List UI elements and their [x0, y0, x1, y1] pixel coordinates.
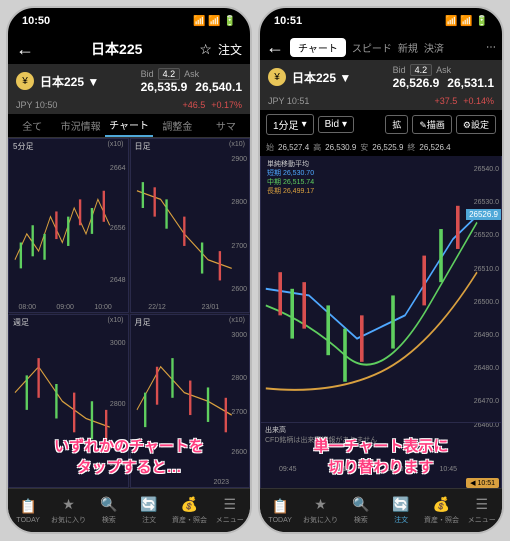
tab-summary[interactable]: サマ [202, 114, 250, 137]
instrument-name[interactable]: 日本225 ▼ [292, 69, 351, 86]
instrument-icon: ¥ [268, 68, 286, 86]
nav-search[interactable]: 🔍検索 [89, 489, 129, 532]
chart-grid: 5分足 (x10) 2664 2656 2648 08:00 09:00 10:… [8, 138, 250, 488]
top-tabs: ← チャート スピード 新規 決済 ⋯ [260, 34, 502, 60]
change-abs: +46.5 [182, 100, 205, 110]
nav-search[interactable]: 🔍検索 [341, 489, 381, 532]
ask-price[interactable]: 26,540.1 [195, 80, 242, 94]
bottom-nav: 📋TODAY ★お気に入り 🔍検索 🔄注文 💰資産・照会 ☰メニュー [260, 488, 502, 532]
ask-label: Ask [184, 69, 199, 79]
tab-market[interactable]: 市況情報 [56, 114, 104, 137]
status-time: 10:50 [22, 15, 50, 27]
single-chart-area[interactable]: 単純移動平均 短期 26,530.70 中期 26,515.74 長期 26,4… [260, 156, 502, 488]
bid-price[interactable]: 26,526.9 [393, 76, 440, 90]
tab-new[interactable]: 新規 [398, 40, 418, 55]
bottom-nav: 📋TODAY ★お気に入り 🔍検索 🔄注文 💰資産・照会 ☰メニュー [8, 488, 250, 532]
timeframe-select[interactable]: 1分足 ▾ [266, 114, 314, 135]
back-icon[interactable]: ← [16, 39, 34, 60]
settings-button[interactable]: ⚙設定 [456, 115, 496, 134]
ask-price[interactable]: 26,531.1 [447, 76, 494, 90]
spread: 4.2 [410, 64, 433, 76]
instrument-subrow: JPY 10:51 +37.5 +0.14% [260, 94, 502, 110]
header: ← 日本225 ☆ 注文 [8, 34, 250, 64]
chart-controls: 1分足 ▾ Bid ▾ 拡 ✎描画 ⚙設定 [260, 110, 502, 138]
status-bar: 10:50 📶 📶 🔋 [8, 8, 250, 34]
tab-adjust[interactable]: 調整金 [153, 114, 201, 137]
change-pct: +0.14% [463, 96, 494, 106]
time-axis: 09:45 10:15 10:30 10:45 [261, 464, 475, 488]
status-bar: 10:51 📶 📶 🔋 [260, 8, 502, 34]
time-badge: ◀ 10:51 [466, 478, 499, 488]
nav-assets[interactable]: 💰資産・照会 [169, 489, 209, 532]
instrument-name[interactable]: 日本225 ▼ [40, 73, 99, 90]
spread: 4.2 [158, 68, 181, 80]
tab-all[interactable]: 全て [8, 114, 56, 137]
nav-assets[interactable]: 💰資産・照会 [421, 489, 461, 532]
draw-button[interactable]: ✎描画 [412, 115, 452, 134]
phone-left: 10:50 📶 📶 🔋 ← 日本225 ☆ 注文 ¥ 日本225 ▼ Bid 4… [6, 6, 252, 534]
nav-order[interactable]: 🔄注文 [381, 489, 421, 532]
volume-panel: 出来高 CFD銘柄は出来高情報がありません [261, 422, 501, 462]
ask-label: Ask [436, 65, 451, 75]
chart-5min[interactable]: 5分足 (x10) 2664 2656 2648 08:00 09:00 10:… [8, 138, 129, 313]
tab-settle[interactable]: 決済 [424, 40, 444, 55]
status-icons: 📶 📶 🔋 [193, 16, 236, 27]
instrument-icon: ¥ [16, 72, 34, 90]
nav-favorite[interactable]: ★お気に入り [48, 489, 88, 532]
nav-today[interactable]: 📋TODAY [260, 489, 300, 532]
chart-daily[interactable]: 日足 (x10) 2900 2800 2700 2600 22/12 23/01 [130, 138, 251, 313]
bid-price[interactable]: 26,535.9 [141, 80, 188, 94]
content-tabs: 全て 市況情報 チャート 調整金 サマ [8, 114, 250, 138]
more-icon[interactable]: ⋯ [486, 42, 496, 53]
status-time: 10:51 [274, 15, 302, 27]
change-abs: +37.5 [434, 96, 457, 106]
phone-right: 10:51 📶 📶 🔋 ← チャート スピード 新規 決済 ⋯ ¥ 日本225 … [258, 6, 504, 534]
tab-chart-top[interactable]: チャート [290, 38, 346, 57]
bid-label: Bid [141, 69, 154, 79]
chart-weekly[interactable]: 週足 (x10) 3000 2800 2600 [8, 314, 129, 489]
change-pct: +0.17% [211, 100, 242, 110]
instrument-bar: ¥ 日本225 ▼ Bid 4.2 Ask 26,535.9 26,540.1 [8, 64, 250, 98]
nav-menu[interactable]: ☰メニュー [210, 489, 250, 532]
nav-order[interactable]: 🔄注文 [129, 489, 169, 532]
order-button[interactable]: 注文 [218, 41, 242, 58]
favorite-icon[interactable]: ☆ [199, 41, 212, 58]
ohlc-row: 始26,527.4 高26,530.9 安26,525.9 終26,526.4 [260, 138, 502, 156]
status-icons: 📶 📶 🔋 [445, 16, 488, 27]
expand-button[interactable]: 拡 [385, 115, 408, 134]
current-price-tag: 26526.9 [466, 209, 501, 220]
tab-speed[interactable]: スピード [352, 40, 392, 55]
nav-favorite[interactable]: ★お気に入り [300, 489, 340, 532]
price-type-select[interactable]: Bid ▾ [318, 116, 354, 133]
nav-menu[interactable]: ☰メニュー [462, 489, 502, 532]
back-icon[interactable]: ← [266, 37, 284, 58]
tab-chart[interactable]: チャート [105, 114, 153, 137]
instrument-subrow: JPY 10:50 +46.5 +0.17% [8, 98, 250, 114]
nav-today[interactable]: 📋TODAY [8, 489, 48, 532]
chart-monthly[interactable]: 月足 (x10) 3000 2800 2700 2600 2023 [130, 314, 251, 489]
instrument-bar: ¥ 日本225 ▼ Bid 4.2 Ask 26,526.9 26,531.1 [260, 60, 502, 94]
page-title: 日本225 [40, 39, 193, 59]
bid-label: Bid [393, 65, 406, 75]
